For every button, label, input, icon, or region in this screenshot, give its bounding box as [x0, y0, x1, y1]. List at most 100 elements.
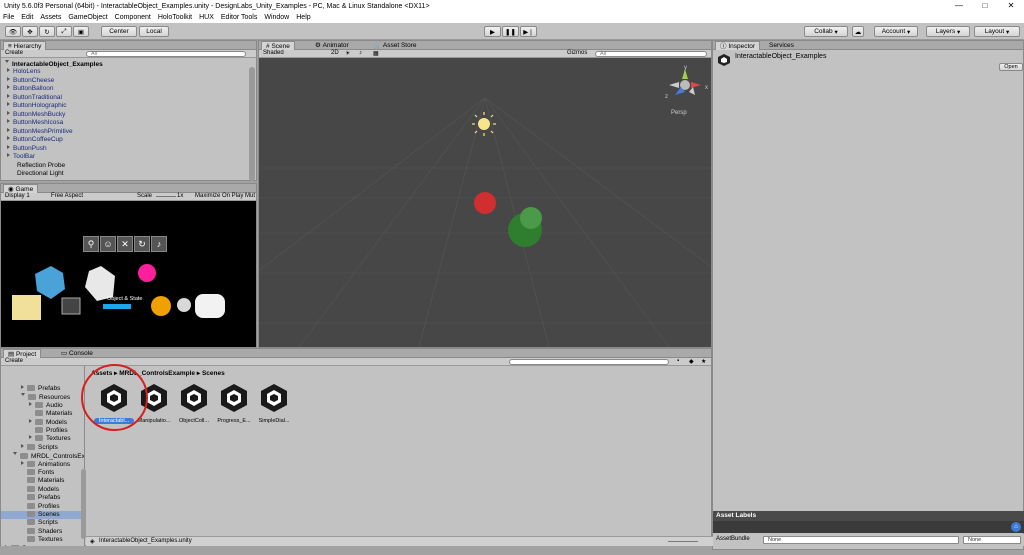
folder-tree-item[interactable]: Animations	[21, 460, 70, 469]
tab-services[interactable]: Services	[765, 41, 798, 50]
folder-tree-item[interactable]: Prefabs	[21, 385, 60, 393]
tab-asset-store[interactable]: 🛒 Asset Store	[369, 41, 421, 50]
audio-icon[interactable]: ♪	[359, 50, 362, 56]
tree-scrollbar[interactable]	[81, 469, 86, 539]
hierarchy-item[interactable]: ButtonMeshBucky	[7, 110, 65, 119]
rotate-tool-button[interactable]: ↻	[39, 26, 55, 37]
tab-game[interactable]: ◉ Game	[3, 184, 39, 193]
folder-tree-item[interactable]: Textures	[21, 536, 63, 544]
tab-console[interactable]: ▭ Console	[57, 349, 97, 358]
hierarchy-item[interactable]: ButtonCoffeeCup	[7, 136, 63, 144]
folder-tree-item[interactable]: Models	[21, 485, 59, 494]
folder-tree-item[interactable]: Materials	[21, 477, 64, 485]
collab-dropdown[interactable]: Collab ▾	[804, 26, 848, 37]
mute-toggle[interactable]: Mut	[245, 193, 255, 199]
scene-asset[interactable]: ObjectColl...	[174, 382, 214, 424]
folder-tree-item[interactable]: Textures	[29, 435, 71, 443]
tab-project[interactable]: ▤ Project	[3, 349, 42, 358]
folder-tree-item[interactable]: Scripts	[21, 519, 58, 527]
display-dropdown[interactable]: Display 1	[5, 193, 30, 199]
filter-type-icon[interactable]: ▪	[677, 358, 679, 364]
rect-tool-button[interactable]: ▣	[73, 26, 89, 37]
hierarchy-item[interactable]: ButtonMeshPrimitive	[7, 127, 73, 136]
project-create-dropdown[interactable]: Create	[5, 358, 23, 364]
filter-label-icon[interactable]: ◆	[689, 358, 694, 365]
directional-light-gizmo[interactable]	[478, 118, 490, 130]
hierarchy-item[interactable]: ButtonPush	[7, 144, 47, 153]
menu-window[interactable]: Window	[264, 14, 289, 21]
maximize-on-play-toggle[interactable]: Maximize On Play	[195, 193, 243, 199]
hierarchy-item[interactable]: HoloLens	[7, 68, 40, 76]
scene-search-input[interactable]: All	[595, 51, 707, 57]
pivot-center-button[interactable]: Center	[101, 26, 137, 37]
folder-tree-item[interactable]: Scenes	[1, 511, 84, 519]
pause-button[interactable]: ❚❚	[502, 26, 519, 37]
red-eye-gizmo[interactable]	[474, 192, 496, 214]
tab-inspector[interactable]: ⓘ Inspector	[715, 41, 761, 50]
maximize-button[interactable]: □	[972, 0, 998, 12]
aspect-dropdown[interactable]: Free Aspect	[51, 193, 83, 199]
mode-2d-toggle[interactable]: 2D	[331, 50, 339, 56]
breadcrumb-scenes[interactable]: Scenes	[202, 370, 225, 377]
cloud-button[interactable]: ☁	[852, 26, 864, 37]
hierarchy-item[interactable]: ToolBar	[7, 153, 35, 161]
icon-size-slider[interactable]	[668, 541, 698, 542]
scene-asset[interactable]: Progress_E...	[214, 382, 254, 424]
shading-mode-dropdown[interactable]: Shaded	[263, 50, 284, 56]
folder-tree-item[interactable]: Models	[29, 418, 67, 427]
asset-bundle-dropdown[interactable]: None	[763, 536, 959, 544]
scale-slider[interactable]	[156, 196, 176, 197]
menu-component[interactable]: Component	[115, 14, 151, 21]
hierarchy-item[interactable]: ButtonMeshIcosa	[7, 119, 63, 127]
folder-tree-item[interactable]: Scene	[5, 544, 40, 546]
menu-hux[interactable]: HUX	[199, 14, 214, 21]
hierarchy-item[interactable]: ButtonBalloon	[7, 85, 53, 93]
scale-tool-button[interactable]: ⤢	[56, 26, 72, 37]
hierarchy-item[interactable]: Directional Light	[17, 170, 64, 178]
folder-tree-item[interactable]: Prefabs	[21, 494, 60, 502]
menu-gameobject[interactable]: GameObject	[68, 14, 107, 21]
hierarchy-item[interactable]: ButtonTraditional	[7, 93, 62, 102]
hierarchy-item[interactable]: Reflection Probe	[17, 162, 65, 170]
effects-icon[interactable]: ▦	[373, 50, 379, 57]
folder-tree-item[interactable]: Scripts	[21, 443, 58, 452]
folder-tree-item[interactable]: Materials	[29, 410, 72, 418]
layers-dropdown[interactable]: Layers ▾	[926, 26, 970, 37]
hierarchy-item[interactable]: ButtonCheese	[7, 76, 54, 85]
folder-tree-item[interactable]: Profiles	[21, 502, 60, 511]
tab-animator[interactable]: ⚙ Animator	[311, 41, 353, 50]
tab-scene[interactable]: # Scene	[261, 41, 295, 50]
hierarchy-create-dropdown[interactable]: Create	[5, 50, 23, 56]
pivot-local-button[interactable]: Local	[139, 26, 169, 37]
hand-tool-button[interactable]: 👁	[5, 26, 21, 37]
menu-editor-tools[interactable]: Editor Tools	[221, 14, 257, 21]
tag-icon[interactable]: ⌂	[1011, 522, 1021, 532]
orientation-gizmo[interactable]	[665, 65, 709, 109]
folder-tree-item[interactable]: Fonts	[21, 469, 54, 477]
play-button[interactable]: ▶	[484, 26, 501, 37]
menu-assets[interactable]: Assets	[40, 14, 61, 21]
favorite-icon[interactable]: ★	[701, 358, 706, 365]
light-icon[interactable]: ☀	[345, 50, 350, 57]
scene-asset[interactable]: SimpleDial...	[254, 382, 294, 424]
gizmos-dropdown[interactable]: Gizmos	[567, 50, 587, 56]
folder-tree-item[interactable]: Profiles	[29, 427, 68, 435]
hierarchy-search-input[interactable]: All	[86, 51, 246, 57]
menu-help[interactable]: Help	[296, 14, 310, 21]
minimize-button[interactable]: —	[946, 0, 972, 12]
close-button[interactable]: ✕	[998, 0, 1024, 12]
folder-tree-item[interactable]: Audio	[29, 401, 63, 410]
perspective-label[interactable]: Persp	[671, 110, 687, 116]
folder-tree-item[interactable]: Shaders	[21, 527, 62, 536]
hierarchy-item[interactable]: ButtonHolographic	[7, 102, 66, 110]
layout-dropdown[interactable]: Layout ▾	[974, 26, 1020, 37]
hierarchy-scrollbar[interactable]	[249, 67, 255, 181]
account-dropdown[interactable]: Account ▾	[874, 26, 918, 37]
open-button[interactable]: Open	[999, 63, 1023, 71]
menu-holotoolkit[interactable]: HoloToolkit	[158, 14, 192, 21]
scene-root-item[interactable]: InteractableObject_Examples	[5, 60, 103, 68]
menu-file[interactable]: File	[3, 14, 14, 21]
project-search-input[interactable]	[509, 359, 669, 365]
asset-variant-dropdown[interactable]: None	[963, 536, 1021, 544]
tab-hierarchy[interactable]: ≡ Hierarchy	[3, 41, 47, 50]
